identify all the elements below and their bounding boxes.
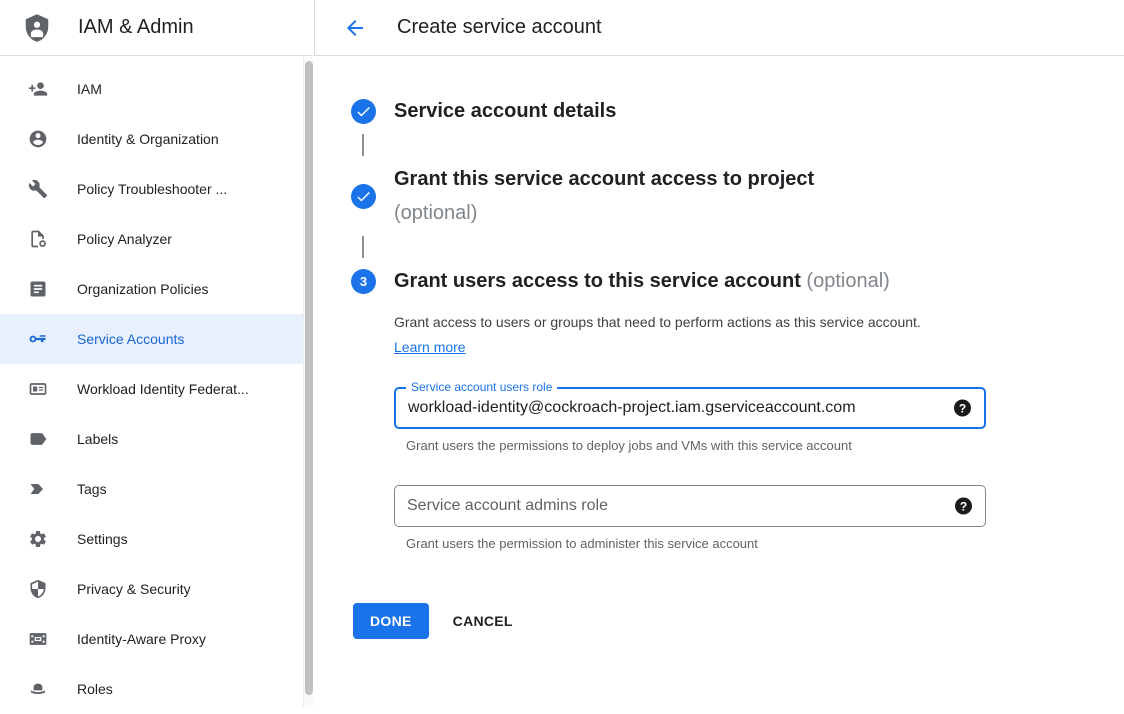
sidebar-item-organization-policies[interactable]: Organization Policies [0,264,313,314]
help-icon[interactable]: ? [954,400,971,417]
tag-arrow-icon [28,479,48,499]
step-title: Grant this service account access to pro… [394,168,814,190]
policy-analyzer-icon [28,229,48,249]
step-grant-access-to-project: Grant this service account access to pro… [351,166,1124,226]
admins-role-helper-text: Grant users the permission to administer… [406,536,986,551]
step-service-account-details: Service account details [351,98,1124,124]
admins-role-input[interactable] [395,486,985,526]
main-panel: Create service account Service account d… [314,0,1124,707]
help-icon[interactable]: ? [955,498,972,515]
sidebar-scrollbar-thumb[interactable] [305,61,313,695]
sidebar-item-service-accounts[interactable]: Service Accounts [0,314,313,364]
sidebar-item-tags[interactable]: Tags [0,464,313,514]
users-role-helper-text: Grant users the permissions to deploy jo… [406,438,986,453]
page-title: Create service account [397,16,602,39]
section-description: Grant access to users or groups that nee… [394,314,921,330]
sidebar-scrollbar-track[interactable] [303,57,313,707]
sidebar-item-labels[interactable]: Labels [0,414,313,464]
back-arrow-icon[interactable] [343,16,367,40]
sidebar-item-identity-organization[interactable]: Identity & Organization [0,114,313,164]
service-account-key-icon [28,329,48,349]
sidebar-item-label: Settings [77,531,128,547]
iam-admin-shield-icon [22,13,52,43]
wrench-icon [28,179,48,199]
sidebar-item-policy-troubleshooter[interactable]: Policy Troubleshooter ... [0,164,313,214]
badge-card-icon [28,379,48,399]
document-icon [28,279,48,299]
sidebar-item-settings[interactable]: Settings [0,514,313,564]
product-title: IAM & Admin [78,16,194,39]
sidebar-nav: IAM Identity & Organization Policy Troub… [0,56,313,714]
step-optional-label: (optional) [394,200,814,226]
step-grant-users-access: 3 Grant users access to this service acc… [351,268,1124,294]
learn-more-link[interactable]: Learn more [394,339,466,355]
step-complete-check-icon [351,99,376,124]
sidebar-item-label: Identity & Organization [77,131,219,147]
sidebar-item-identity-aware-proxy[interactable]: Identity-Aware Proxy [0,614,313,664]
step-connector-line [362,134,364,156]
sidebar-item-label: Tags [77,481,107,497]
step3-section-body: Grant access to users or groups that nee… [394,310,986,639]
step-number-badge: 3 [351,269,376,294]
account-circle-icon [28,129,48,149]
sidebar-item-label: Privacy & Security [77,581,191,597]
service-account-users-role-field: Service account users role ? [394,387,986,429]
step-optional-label: (optional) [806,270,889,292]
sidebar-item-label: Policy Analyzer [77,231,172,247]
hat-icon [28,679,48,699]
label-tag-icon [28,429,48,449]
wizard-content: Service account details Grant this servi… [314,56,1124,639]
shield-icon [28,579,48,599]
sidebar-item-privacy-security[interactable]: Privacy & Security [0,564,313,614]
sidebar-item-policy-analyzer[interactable]: Policy Analyzer [0,214,313,264]
page-header: Create service account [314,0,1124,56]
step-connector-line [362,236,364,258]
sidebar-item-label: Service Accounts [77,331,184,347]
sidebar-header: IAM & Admin [0,0,313,56]
proxy-icon [28,629,48,649]
step-title: Grant users access to this service accou… [394,270,801,292]
sidebar-item-label: Organization Policies [77,281,209,297]
action-buttons-row: DONE CANCEL [353,603,986,639]
step-title: Service account details [394,100,616,122]
sidebar-item-iam[interactable]: IAM [0,64,313,114]
done-button[interactable]: DONE [353,603,429,639]
sidebar-item-label: Workload Identity Federat... [77,381,249,397]
sidebar-item-label: Roles [77,681,113,697]
sidebar-item-label: Labels [77,431,118,447]
step-complete-check-icon [351,184,376,209]
sidebar-item-label: Identity-Aware Proxy [77,631,206,647]
service-account-admins-role-field: ? [394,485,986,527]
person-add-icon [28,79,48,99]
sidebar-item-label: Policy Troubleshooter ... [77,181,227,197]
sidebar-item-workload-identity-federation[interactable]: Workload Identity Federat... [0,364,313,414]
gear-icon [28,529,48,549]
sidebar: IAM & Admin IAM Identity & Organization … [0,0,313,707]
sidebar-item-label: IAM [77,81,102,97]
cancel-button[interactable]: CANCEL [453,613,513,629]
users-role-input[interactable] [396,389,984,427]
